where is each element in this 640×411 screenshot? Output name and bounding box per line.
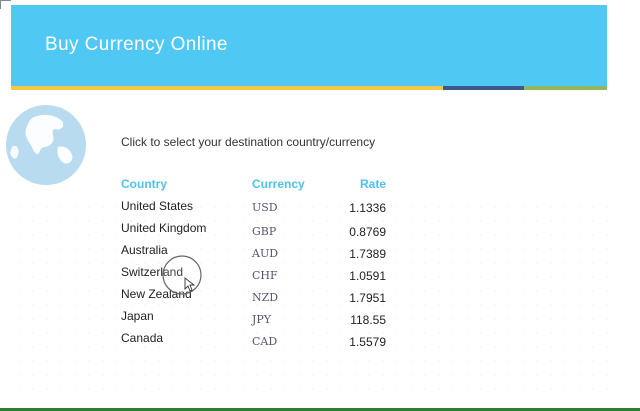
currency-code-cell[interactable]: USD (252, 201, 278, 214)
globe-icon (6, 105, 86, 185)
rate-cell[interactable]: 118.55 (320, 313, 386, 327)
country-cell[interactable]: Japan (121, 309, 154, 323)
rate-cell[interactable]: 1.0591 (320, 269, 386, 283)
country-cell[interactable]: Canada (121, 331, 163, 345)
currency-row-japan[interactable]: Japan JPY 118.55 (110, 309, 400, 331)
currency-row-switzerland[interactable]: Switzerland CHF 1.0591 (110, 265, 400, 287)
currency-code-cell[interactable]: NZD (252, 291, 278, 304)
country-cell[interactable]: Switzerland (121, 265, 183, 279)
rate-cell[interactable]: 1.7389 (320, 247, 386, 261)
column-header-currency: Currency (252, 177, 305, 191)
accent-stripe-navy (443, 86, 524, 90)
currency-row-canada[interactable]: Canada CAD 1.5579 (110, 331, 400, 353)
currency-row-australia[interactable]: Australia AUD 1.7389 (110, 243, 400, 265)
header-banner: Buy Currency Online (11, 5, 607, 86)
rate-cell[interactable]: 1.5579 (320, 335, 386, 349)
currency-code-cell[interactable]: CHF (252, 269, 278, 282)
rate-cell[interactable]: 0.8769 (320, 225, 386, 239)
country-cell[interactable]: United Kingdom (121, 221, 206, 235)
currency-code-cell[interactable]: JPY (252, 313, 271, 326)
page-title: Buy Currency Online (45, 34, 228, 55)
column-header-rate: Rate (359, 177, 386, 191)
currency-code-cell[interactable]: CAD (252, 335, 277, 348)
window-corner-mark (0, 0, 11, 9)
accent-stripe-green (524, 86, 607, 90)
instruction-text: Click to select your destination country… (121, 135, 376, 149)
country-cell[interactable]: United States (121, 199, 193, 213)
currency-page: Buy Currency Online Click to select your… (0, 0, 640, 411)
column-header-country: Country (121, 177, 167, 191)
country-cell[interactable]: Australia (121, 243, 168, 257)
currency-code-cell[interactable]: AUD (252, 247, 278, 260)
accent-stripe-yellow (11, 86, 443, 90)
currency-row-new-zealand[interactable]: New Zealand NZD 1.7951 (110, 287, 400, 309)
country-cell[interactable]: New Zealand (121, 287, 192, 301)
rate-cell[interactable]: 1.1336 (320, 201, 386, 215)
currency-row-united-states[interactable]: United States USD 1.1336 (110, 199, 400, 221)
rate-cell[interactable]: 1.7951 (320, 291, 386, 305)
currency-row-united-kingdom[interactable]: United Kingdom GBP 0.8769 (110, 221, 400, 243)
currency-code-cell[interactable]: GBP (252, 225, 276, 238)
